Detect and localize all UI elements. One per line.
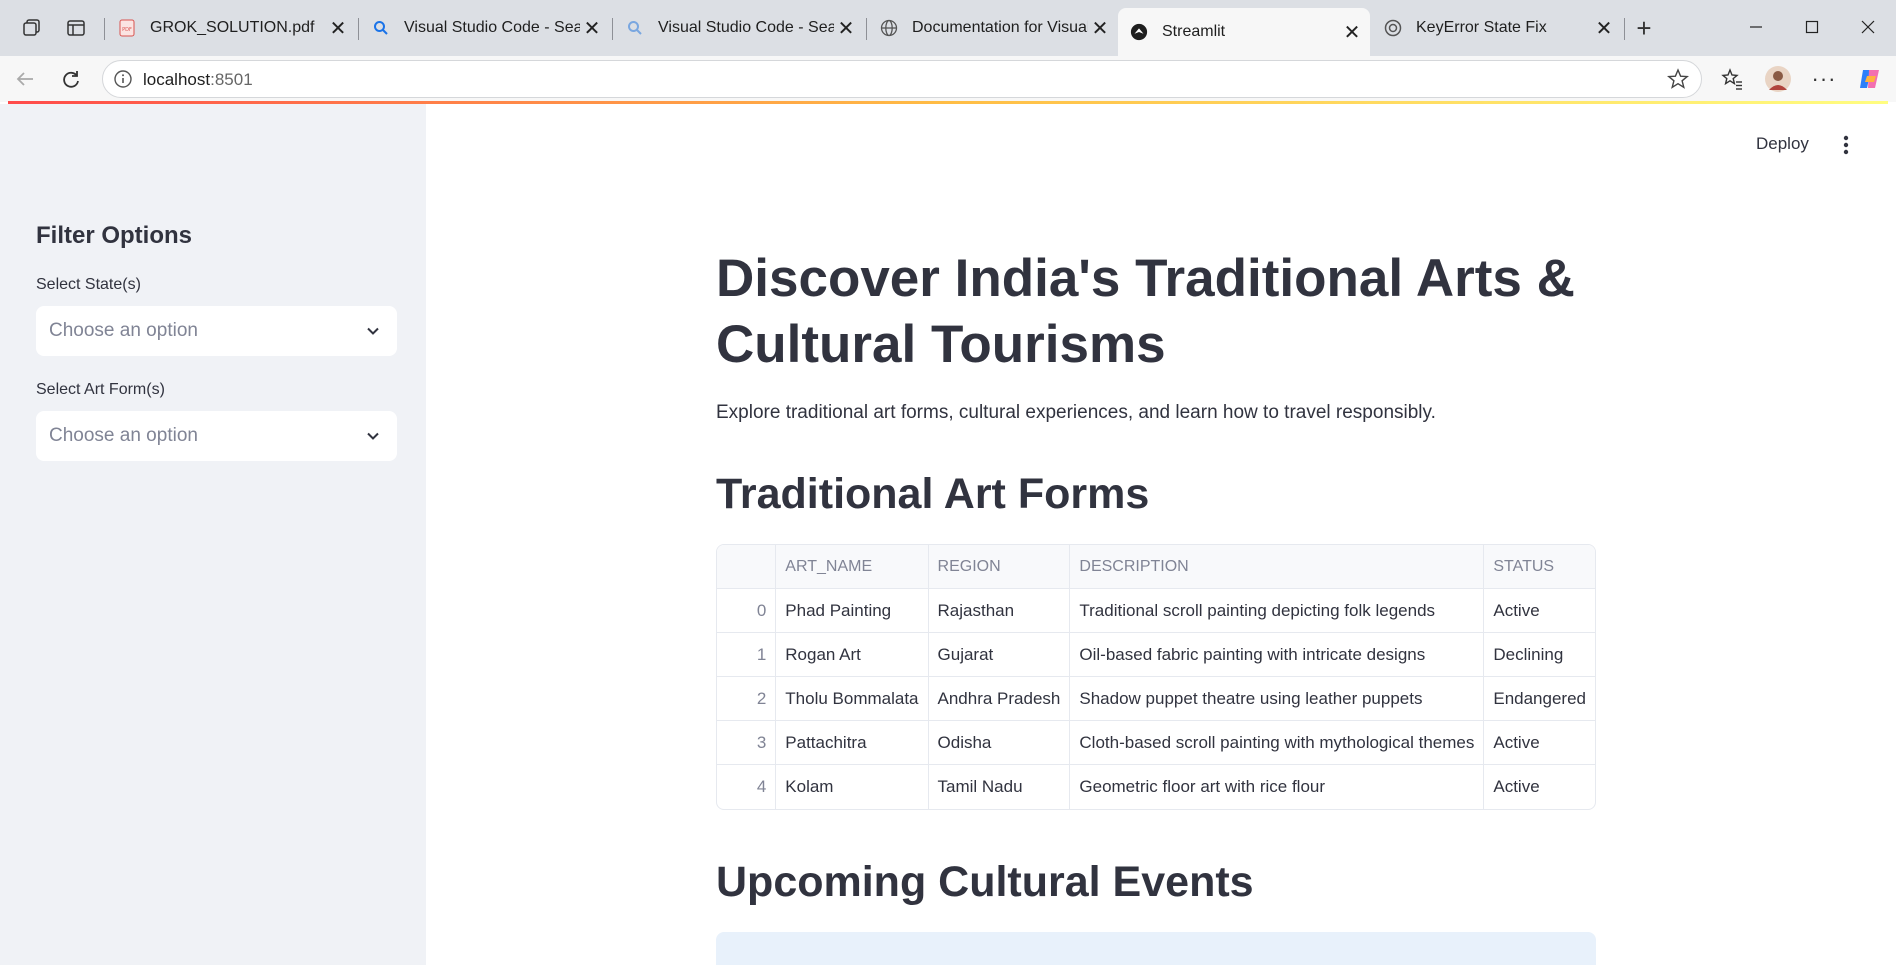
favorite-star-icon[interactable] — [1666, 68, 1690, 95]
globe-icon — [880, 19, 898, 37]
back-icon[interactable] — [10, 64, 40, 94]
search-icon — [372, 19, 390, 37]
region-cell[interactable]: Tamil Nadu — [929, 765, 1071, 809]
row-index: 3 — [717, 721, 777, 765]
description-cell[interactable]: Geometric floor art with rice flour — [1070, 765, 1485, 809]
tab-title: KeyError State Fix — [1416, 19, 1547, 36]
window-close-icon[interactable] — [1848, 12, 1888, 42]
events-info-box — [716, 932, 1596, 965]
svg-text:PDF: PDF — [122, 27, 132, 33]
site-info-icon[interactable] — [113, 69, 133, 89]
maximize-icon[interactable] — [1792, 12, 1832, 42]
pdf-icon: PDF — [118, 19, 136, 37]
row-index: 1 — [717, 633, 777, 677]
browser-tab-active[interactable]: Streamlit ✕ — [1118, 8, 1370, 56]
status-cell[interactable]: Active — [1484, 589, 1595, 633]
row-index: 2 — [717, 677, 777, 721]
more-options-icon[interactable]: ··· — [1808, 64, 1840, 94]
copilot-icon[interactable] — [1854, 64, 1886, 94]
status-cell[interactable]: Active — [1484, 765, 1595, 809]
url-text: localhost:8501 — [143, 70, 253, 90]
chevron-down-icon[interactable] — [365, 428, 381, 444]
url-host: localhost — [143, 70, 211, 89]
favorites-icon[interactable] — [1716, 64, 1748, 94]
state-select-label: Select State(s) — [36, 276, 141, 293]
close-icon[interactable]: ✕ — [326, 16, 350, 40]
art-select-label: Select Art Form(s) — [36, 381, 165, 398]
browser-tab[interactable]: Visual Studio Code - Search ✕ — [614, 8, 864, 48]
tab-title: Visual Studio Code - Search — [658, 19, 834, 36]
art-name-cell[interactable]: Tholu Bommalata — [776, 677, 929, 721]
deploy-button[interactable]: Deploy — [1756, 134, 1809, 154]
table-row: 3 Pattachitra Odisha Cloth-based scroll … — [717, 721, 1595, 765]
close-icon[interactable]: ✕ — [1340, 20, 1364, 44]
main-menu-icon[interactable] — [1834, 132, 1858, 158]
table-row: 2 Tholu Bommalata Andhra Pradesh Shadow … — [717, 677, 1595, 721]
art-name-cell[interactable]: Pattachitra — [776, 721, 929, 765]
column-header[interactable]: DESCRIPTION — [1070, 545, 1485, 589]
close-icon[interactable]: ✕ — [834, 16, 858, 40]
description-cell[interactable]: Shadow puppet theatre using leather pupp… — [1070, 677, 1485, 721]
tab-title: Streamlit — [1162, 23, 1226, 40]
close-icon[interactable]: ✕ — [1592, 16, 1616, 40]
tab-title: GROK_SOLUTION.pdf — [150, 19, 315, 36]
close-icon[interactable]: ✕ — [1088, 16, 1112, 40]
table-row: 0 Phad Painting Rajasthan Traditional sc… — [717, 589, 1595, 633]
browser-tab[interactable]: Documentation for Visual Studio ✕ — [868, 8, 1118, 48]
tab-title: Documentation for Visual Studio — [912, 19, 1088, 36]
chatgpt-icon — [1384, 19, 1402, 37]
art-select-placeholder: Choose an option — [49, 425, 198, 446]
sidebar-title: Filter Options — [36, 222, 192, 249]
art-forms-heading: Traditional Art Forms — [716, 470, 1150, 518]
status-cell[interactable]: Endangered — [1484, 677, 1595, 721]
description-cell[interactable]: Traditional scroll painting depicting fo… — [1070, 589, 1485, 633]
column-header[interactable]: REGION — [928, 545, 1071, 589]
state-multiselect[interactable]: Choose an option — [36, 306, 397, 356]
address-bar-row: localhost:8501 ··· — [0, 56, 1896, 102]
events-heading: Upcoming Cultural Events — [716, 858, 1254, 906]
index-column-header — [717, 545, 777, 589]
browser-tab[interactable]: Visual Studio Code - Search ✕ — [360, 8, 610, 48]
region-cell[interactable]: Gujarat — [928, 633, 1071, 677]
state-select-placeholder: Choose an option — [49, 320, 198, 341]
browser-tab[interactable]: PDF GROK_SOLUTION.pdf ✕ — [106, 8, 356, 48]
intro-text: Explore traditional art forms, cultural … — [716, 402, 1436, 423]
status-cell[interactable]: Active — [1484, 721, 1595, 765]
tab-actions-icon[interactable] — [62, 14, 90, 42]
table-row: 1 Rogan Art Gujarat Oil-based fabric pai… — [717, 633, 1595, 677]
chevron-down-icon[interactable] — [365, 323, 381, 339]
search-icon — [626, 19, 644, 37]
art-name-cell[interactable]: Kolam — [776, 765, 929, 809]
region-cell[interactable]: Andhra Pradesh — [928, 677, 1071, 721]
region-cell[interactable]: Odisha — [928, 721, 1071, 765]
tab-title: Visual Studio Code - Search — [404, 19, 580, 36]
table-header-row: ART_NAME REGION DESCRIPTION STATUS — [717, 545, 1595, 589]
url-field[interactable]: localhost:8501 — [102, 60, 1702, 98]
browser-tab-bar: PDF GROK_SOLUTION.pdf ✕ Visual Studio Co… — [0, 0, 1896, 56]
region-cell[interactable]: Rajasthan — [928, 589, 1071, 633]
browser-tab[interactable]: KeyError State Fix ✕ — [1372, 8, 1622, 48]
close-icon[interactable]: ✕ — [580, 16, 604, 40]
column-header[interactable]: ART_NAME — [776, 545, 929, 589]
minimize-icon[interactable] — [1736, 12, 1776, 42]
streamlit-icon — [1130, 23, 1148, 41]
status-cell[interactable]: Declining — [1484, 633, 1595, 677]
art-forms-table[interactable]: ART_NAME REGION DESCRIPTION STATUS 0 Pha… — [716, 544, 1596, 810]
url-port: :8501 — [210, 70, 253, 89]
main-content — [426, 104, 1896, 965]
avatar[interactable] — [1762, 64, 1794, 94]
workspaces-icon[interactable] — [18, 14, 46, 42]
column-header[interactable]: STATUS — [1484, 545, 1595, 589]
art-name-cell[interactable]: Rogan Art — [776, 633, 929, 677]
description-cell[interactable]: Cloth-based scroll painting with mytholo… — [1070, 721, 1485, 765]
new-tab-icon[interactable]: + — [1630, 13, 1658, 43]
row-index: 0 — [717, 589, 777, 633]
description-cell[interactable]: Oil-based fabric painting with intricate… — [1070, 633, 1485, 677]
row-index: 4 — [717, 765, 777, 809]
page-title: Discover India's Traditional Arts & Cult… — [716, 249, 1575, 374]
art-name-cell[interactable]: Phad Painting — [776, 589, 929, 633]
art-form-multiselect[interactable]: Choose an option — [36, 411, 397, 461]
table-row: 4 Kolam Tamil Nadu Geometric floor art w… — [717, 765, 1595, 809]
refresh-icon[interactable] — [56, 64, 86, 94]
